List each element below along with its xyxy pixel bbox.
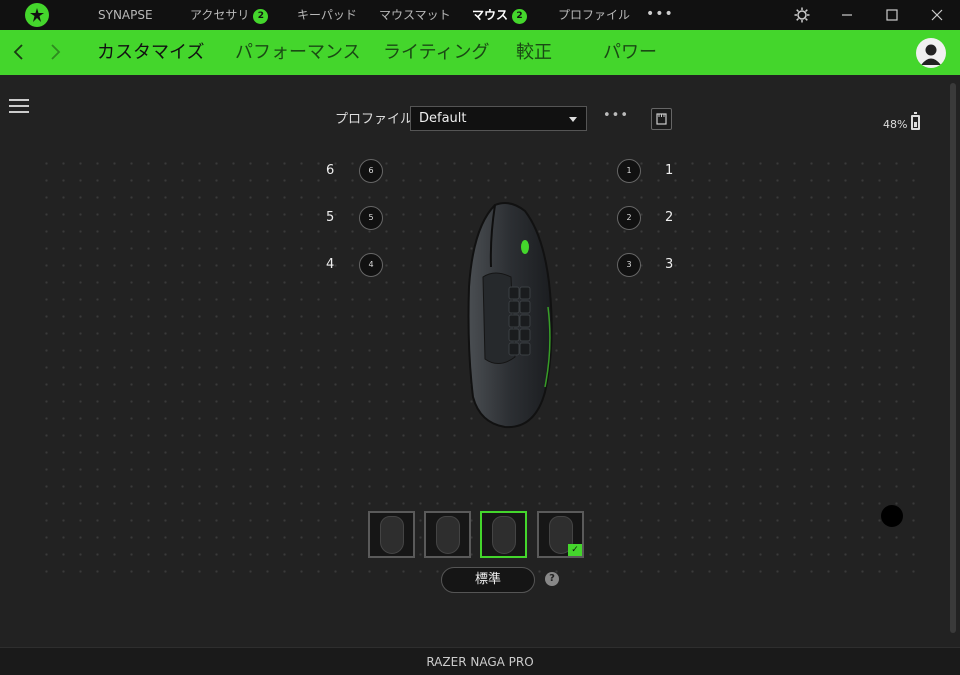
checkmark-icon: ✓ [568, 544, 582, 556]
button-number-label: 6 [326, 163, 335, 178]
device-name: RAZER NAGA PRO [426, 655, 534, 669]
nav-tab-label: SYNAPSE [98, 8, 153, 22]
minimize-icon[interactable] [838, 6, 856, 24]
back-arrow-icon[interactable] [12, 43, 26, 65]
button-number-label: 2 [665, 210, 674, 225]
device-footer: RAZER NAGA PRO [0, 647, 960, 675]
side-plate-thumbnail-3[interactable] [480, 511, 527, 558]
standard-button[interactable]: 標準 [441, 567, 535, 593]
nav-tab-accessories[interactable]: アクセサリ 2 [190, 0, 269, 30]
nav-tab-label: プロファイル [558, 8, 631, 22]
chevron-down-icon [569, 117, 577, 122]
tab-lighting[interactable]: ライティング [383, 30, 490, 75]
profile-label: プロファイル [335, 112, 414, 127]
mouse-image [455, 197, 565, 432]
button-3-marker[interactable]: 3 [617, 253, 641, 277]
cursor-dot [881, 505, 903, 527]
button-5-marker[interactable]: 5 [359, 206, 383, 230]
settings-gear-icon[interactable] [793, 6, 811, 24]
button-2-marker[interactable]: 2 [617, 206, 641, 230]
help-icon[interactable]: ? [545, 572, 559, 586]
battery-percentage: 48% [883, 118, 908, 131]
button-6-marker[interactable]: 6 [359, 159, 383, 183]
more-tabs-button[interactable]: ••• [646, 0, 674, 30]
button-number-label: 1 [665, 163, 674, 178]
profile-selected-value: Default [419, 111, 467, 126]
nav-tab-label: アクセサリ [190, 8, 250, 22]
nav-tab-synapse[interactable]: SYNAPSE [98, 0, 153, 30]
maximize-icon[interactable] [883, 6, 901, 24]
count-badge: 2 [253, 9, 269, 24]
tab-performance[interactable]: パフォーマンス [235, 30, 361, 75]
nav-tab-label: キーパッド [297, 8, 357, 22]
close-icon[interactable] [928, 6, 946, 24]
user-avatar-icon[interactable] [916, 38, 946, 68]
menu-hamburger-icon[interactable] [9, 99, 29, 113]
sub-navigation: カスタマイズ パフォーマンス ライティング 較正 パワー [0, 30, 960, 75]
forward-arrow-icon[interactable] [48, 43, 62, 65]
count-badge: 2 [512, 9, 528, 24]
razer-logo-icon[interactable] [25, 3, 49, 27]
profile-more-button[interactable]: ••• [603, 108, 629, 123]
battery-icon [911, 112, 920, 130]
side-plate-thumbnail-2[interactable] [424, 511, 471, 558]
profile-dropdown[interactable]: Default [410, 106, 587, 131]
vertical-scrollbar[interactable] [950, 83, 956, 633]
side-plate-thumbnail-1[interactable] [368, 511, 415, 558]
nav-tab-label: マウスマット [379, 8, 451, 22]
button-number-label: 3 [665, 257, 674, 272]
tab-customize[interactable]: カスタマイズ [97, 30, 204, 75]
side-plate-icon [380, 516, 404, 554]
button-number-label: 5 [326, 210, 335, 225]
side-plate-icon [492, 516, 516, 554]
onboard-memory-icon[interactable] [651, 108, 672, 130]
nav-tab-label: マウス [472, 8, 509, 22]
nav-tab-keypad[interactable]: キーパッド [297, 0, 357, 30]
side-plate-icon [436, 516, 460, 554]
nav-tab-mouse[interactable]: マウス 2 [472, 0, 528, 30]
nav-tab-profiles[interactable]: プロファイル [558, 0, 630, 30]
button-4-marker[interactable]: 4 [359, 253, 383, 277]
main-content: プロファイル Default ••• 48% 6 6 5 5 4 4 1 1 2… [0, 75, 960, 647]
side-plate-thumbnail-4[interactable]: ✓ [537, 511, 584, 558]
title-bar: SYNAPSE アクセサリ 2 キーパッド マウスマット マウス 2 プロファイル … [0, 0, 960, 30]
button-number-label: 4 [326, 257, 335, 272]
tab-calibration[interactable]: 較正 [516, 30, 552, 75]
nav-tab-mousemat[interactable]: マウスマット [379, 0, 451, 30]
tab-power[interactable]: パワー [603, 30, 657, 75]
button-1-marker[interactable]: 1 [617, 159, 641, 183]
